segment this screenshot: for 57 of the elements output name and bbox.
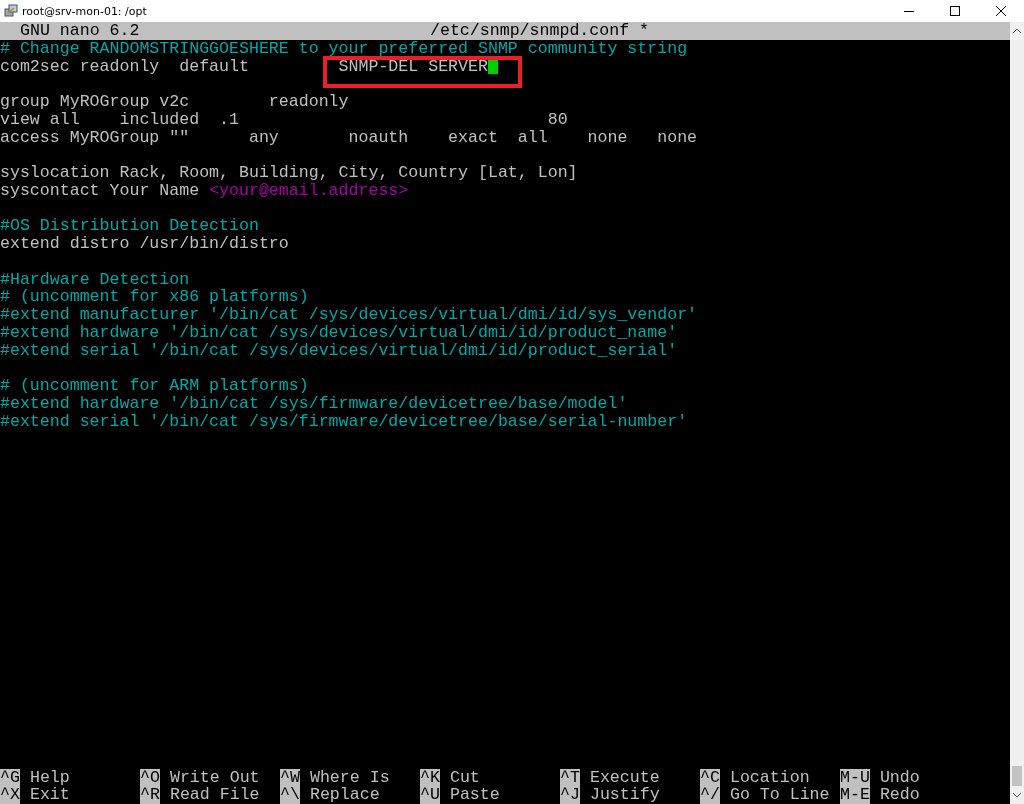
shortcut-key: ^X (0, 786, 20, 804)
comment-text: #extend manufacturer '/bin/cat /sys/devices/virtual/dmi/id/sys_vendor' (0, 305, 698, 324)
config-text: group MyROGroup v2c readonly (0, 92, 349, 111)
shortcut-key: ^K (420, 768, 440, 787)
comment-text: #extend serial '/bin/cat /sys/devices/virtual/dmi/id/product_serial' (0, 340, 678, 360)
shortcut-key: ^U (420, 786, 440, 804)
file-path: /etc/snmp/snmpd.conf * (430, 22, 650, 40)
comment-text: # Change RANDOMSTRINGGOESHERE to your preferred SNMP community string (0, 38, 688, 58)
config-text: view all included .1 80 (0, 109, 568, 129)
shortcut-key: ^W (280, 768, 300, 787)
shortcut-label: Where Is (309, 768, 390, 787)
shortcut-key: ^G (0, 768, 20, 787)
comment-text: #extend hardware '/bin/cat /sys/devices/virtual/dmi/id/product_name' (0, 322, 678, 342)
shortcut-label: Write Out (169, 768, 260, 787)
shortcut-label: Exit (29, 786, 70, 804)
window-title: root@srv-mon-01: /opt (22, 4, 147, 18)
shortcut-key: ^\ (280, 786, 300, 804)
comment-text: # (uncomment for x86 platforms) (0, 287, 309, 307)
scroll-down-icon[interactable] (1012, 790, 1022, 800)
editor-version: GNU nano 6.2 (19, 22, 140, 40)
shortcut-label: Location (729, 768, 810, 787)
config-text: syslocation Rack, Room, Building, City, Country [Lat, Lon] (0, 163, 578, 182)
config-text: syscontact Your Name (0, 180, 201, 200)
shortcut-key: ^R (140, 786, 160, 804)
shortcut-key: ^T (560, 768, 580, 787)
shortcut-label: Execute (589, 768, 660, 787)
close-icon (996, 6, 1006, 16)
shortcut-key: ^C (700, 768, 720, 787)
comment-text: #extend serial '/bin/cat /sys/firmware/devicetree/base/serial-number' (0, 411, 688, 431)
shortcut-label: Replace (309, 786, 380, 804)
comment-text: # (uncomment for ARM platforms) (0, 376, 309, 395)
maximize-icon (950, 6, 960, 16)
shortcut-key: M-E (840, 786, 870, 804)
comment-text: #Hardware Detection (0, 269, 190, 289)
shortcut-key: M-U (840, 768, 870, 787)
shortcut-label: Cut (449, 768, 480, 787)
shortcut-key: ^/ (700, 786, 720, 804)
scroll-up-icon[interactable] (1012, 26, 1022, 36)
shortcut-label: Justify (589, 786, 660, 804)
shortcut-key: ^O (140, 768, 160, 787)
terminal-app-icon (4, 4, 18, 18)
shortcut-label: Paste (449, 786, 500, 804)
comment-text: #extend hardware '/bin/cat /sys/firmware/devicetree/base/model' (0, 393, 628, 413)
config-text: extend distro /usr/bin/distro (0, 234, 289, 253)
shortcut-label: Help (29, 768, 70, 787)
config-text: access MyROGroup "" any noauth exact all none none (0, 127, 698, 147)
scrollbar[interactable] (1010, 22, 1024, 804)
shortcut-label: Redo (879, 786, 920, 804)
config-text: SNMP-DEL SERVER (338, 56, 498, 76)
comment-text: #OS Distribution Detection (0, 216, 259, 236)
shortcut-key: ^J (560, 786, 580, 804)
shortcut-label: Undo (879, 768, 920, 787)
email-text: <your@email.address> (209, 180, 409, 200)
shortcut-label: Go To Line (729, 786, 830, 804)
config-text: com2sec readonly default (0, 56, 250, 76)
scrollbar-thumb[interactable] (1012, 766, 1022, 786)
shortcut-label: Read File (169, 786, 260, 804)
